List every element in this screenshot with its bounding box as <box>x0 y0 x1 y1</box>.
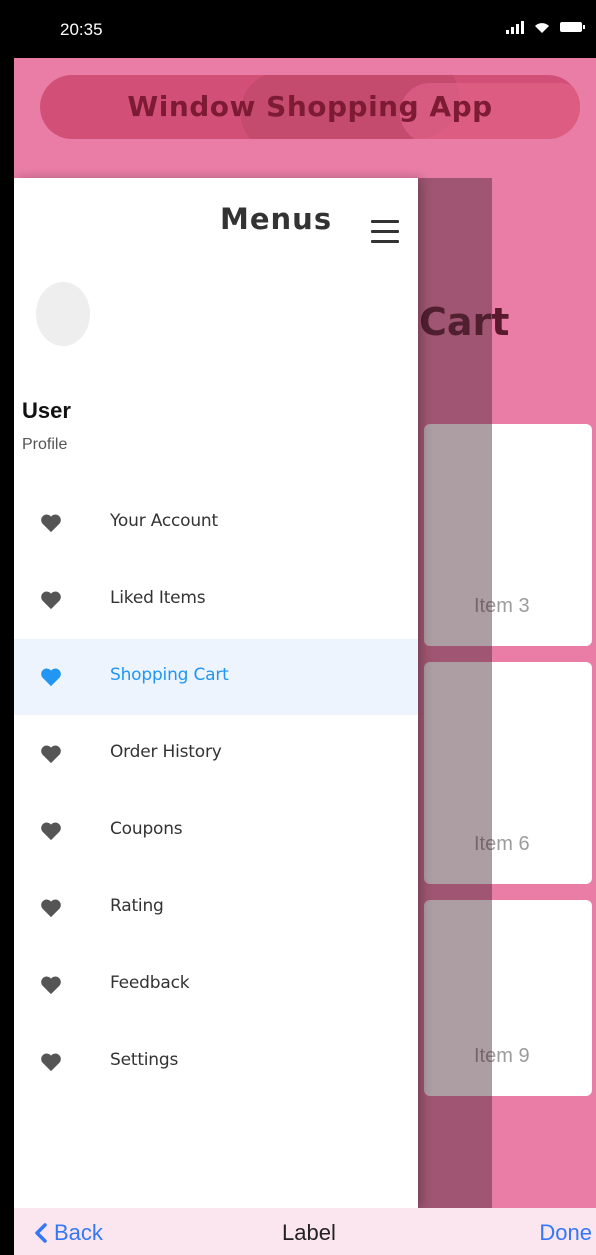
phone-frame: 20:35 Window Shopping App Cart Item 3 It… <box>14 0 596 1255</box>
done-button[interactable]: Done <box>539 1220 592 1246</box>
menu-item-label: Settings <box>110 1050 179 1070</box>
user-name: User <box>22 398 71 423</box>
menu-item-label: Liked Items <box>110 588 206 608</box>
menu-item-your-account[interactable]: Your Account <box>14 485 418 561</box>
signal-icon <box>506 20 524 34</box>
heart-icon <box>41 514 61 533</box>
back-button[interactable]: Back <box>32 1220 103 1246</box>
drawer-scrim[interactable] <box>418 178 492 1208</box>
heart-icon <box>41 976 61 995</box>
navigation-drawer: Menus User Profile Your Account Liked It… <box>14 178 418 1208</box>
app-title: Window Shopping App <box>127 90 493 123</box>
app-header: Window Shopping App <box>14 58 596 178</box>
avatar[interactable] <box>36 282 90 346</box>
menu-item-shopping-cart[interactable]: Shopping Cart <box>14 639 418 715</box>
app-title-banner: Window Shopping App <box>40 75 580 139</box>
menu-item-label: Coupons <box>110 819 183 839</box>
hamburger-menu-icon[interactable] <box>371 220 399 244</box>
drawer-title: Menus <box>220 202 333 236</box>
user-profile-label[interactable]: Profile <box>22 436 67 454</box>
heart-icon <box>41 591 61 610</box>
toolbar-label: Label <box>282 1220 336 1245</box>
status-bar: 20:35 <box>14 0 596 58</box>
menu-item-label: Your Account <box>110 511 218 531</box>
heart-icon <box>41 1053 61 1072</box>
back-label: Back <box>54 1220 103 1245</box>
menu-item-label: Shopping Cart <box>110 665 229 685</box>
chevron-left-icon <box>35 1223 47 1243</box>
menu-item-label: Rating <box>110 896 164 916</box>
status-icons <box>506 20 585 34</box>
battery-icon <box>560 22 585 32</box>
menu-item-feedback[interactable]: Feedback <box>14 947 418 1023</box>
menu-item-order-history[interactable]: Order History <box>14 716 418 792</box>
heart-icon <box>41 745 61 764</box>
bottom-toolbar: Back Label Done <box>14 1208 596 1255</box>
heart-icon <box>41 899 61 918</box>
menu-item-label: Feedback <box>110 973 190 993</box>
menu-item-coupons[interactable]: Coupons <box>14 793 418 869</box>
status-time: 20:35 <box>60 20 103 39</box>
menu-item-rating[interactable]: Rating <box>14 870 418 946</box>
menu-item-label: Order History <box>110 742 222 762</box>
heart-icon <box>41 668 61 687</box>
heart-icon <box>41 822 61 841</box>
wifi-icon <box>535 22 549 33</box>
menu-item-liked-items[interactable]: Liked Items <box>14 562 418 638</box>
menu-item-settings[interactable]: Settings <box>14 1024 418 1100</box>
